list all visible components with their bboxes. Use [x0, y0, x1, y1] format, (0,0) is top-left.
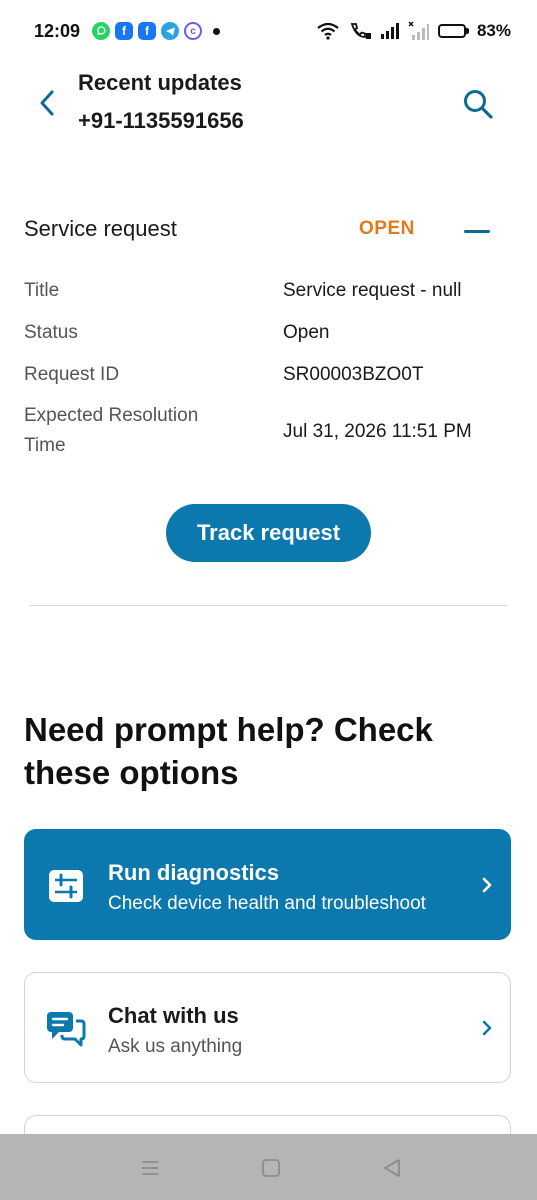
run-diagnostics-card[interactable]: Run diagnostics Check device health and … — [24, 829, 511, 940]
option-title: Chat with us — [108, 1003, 239, 1028]
status-badge: OPEN — [359, 218, 415, 239]
menu-nav-button[interactable] — [136, 1154, 164, 1182]
search-button[interactable] — [458, 84, 498, 124]
chat-with-us-card[interactable]: Chat with us Ask us anything — [24, 972, 511, 1083]
detail-value: Service request - null — [283, 280, 462, 301]
signal-icon — [380, 23, 399, 39]
help-heading-line1: Need prompt help? Check — [24, 711, 433, 748]
status-time: 12:09 — [34, 20, 81, 41]
battery-icon — [437, 24, 469, 38]
back-button[interactable] — [30, 86, 64, 120]
home-nav-button[interactable] — [257, 1154, 285, 1182]
signal-weak-icon — [408, 21, 429, 40]
app-header: Recent updates +91-1135591656 — [0, 62, 537, 152]
telegram-icon — [161, 22, 180, 40]
help-heading: Need prompt help? Check these options — [24, 708, 514, 794]
chevron-right-icon — [477, 1016, 497, 1040]
option-title: Run diagnostics — [108, 860, 280, 885]
volte-call-icon — [350, 23, 371, 39]
system-icons: 83% — [316, 21, 511, 41]
whatsapp-icon — [92, 22, 111, 40]
battery-percent: 83% — [476, 21, 511, 40]
detail-key: Title — [24, 280, 60, 301]
collapse-button[interactable] — [460, 216, 494, 246]
system-nav-bar — [0, 1134, 537, 1200]
page-title: Recent updates — [78, 70, 242, 95]
detail-key: Expected Resolution — [24, 405, 199, 426]
track-request-button[interactable]: Track request — [166, 504, 371, 562]
help-heading-line2: these options — [24, 754, 239, 791]
chat-icon — [45, 1008, 87, 1050]
search-icon — [464, 90, 493, 119]
service-request-header[interactable]: Service request OPEN — [24, 210, 494, 250]
detail-key: Status — [24, 322, 78, 343]
wifi-icon — [317, 22, 339, 40]
sliders-icon — [45, 865, 87, 907]
chevron-right-icon — [477, 873, 497, 897]
chrome-icon: c — [184, 22, 203, 40]
divider — [30, 605, 507, 606]
detail-value: Jul 31, 2026 11:51 PM — [283, 421, 472, 442]
status-bar: 12:09 f f c 83% — [0, 0, 537, 62]
minus-icon — [464, 229, 490, 233]
menu-icon — [142, 1161, 158, 1175]
more-notifications-dot — [213, 27, 221, 35]
service-request-card: Service request OPEN — [24, 210, 494, 250]
option-subtitle: Check device health and troubleshoot — [108, 893, 426, 914]
detail-value: Open — [283, 322, 330, 343]
detail-value: SR00003BZO0T — [283, 364, 424, 385]
back-triangle-icon — [384, 1159, 400, 1177]
home-square-icon — [262, 1159, 280, 1177]
page-subtitle-phone: +91-1135591656 — [78, 108, 244, 133]
chevron-left-icon — [40, 90, 54, 116]
facebook-icon: f — [138, 22, 157, 40]
back-nav-button[interactable] — [378, 1154, 406, 1182]
facebook-icon: f — [115, 22, 134, 40]
detail-key-line2: Time — [24, 435, 66, 456]
detail-key: Request ID — [24, 364, 120, 385]
option-subtitle: Ask us anything — [108, 1036, 243, 1057]
notification-icons: f f c — [92, 22, 221, 40]
service-request-label: Service request — [24, 216, 177, 241]
